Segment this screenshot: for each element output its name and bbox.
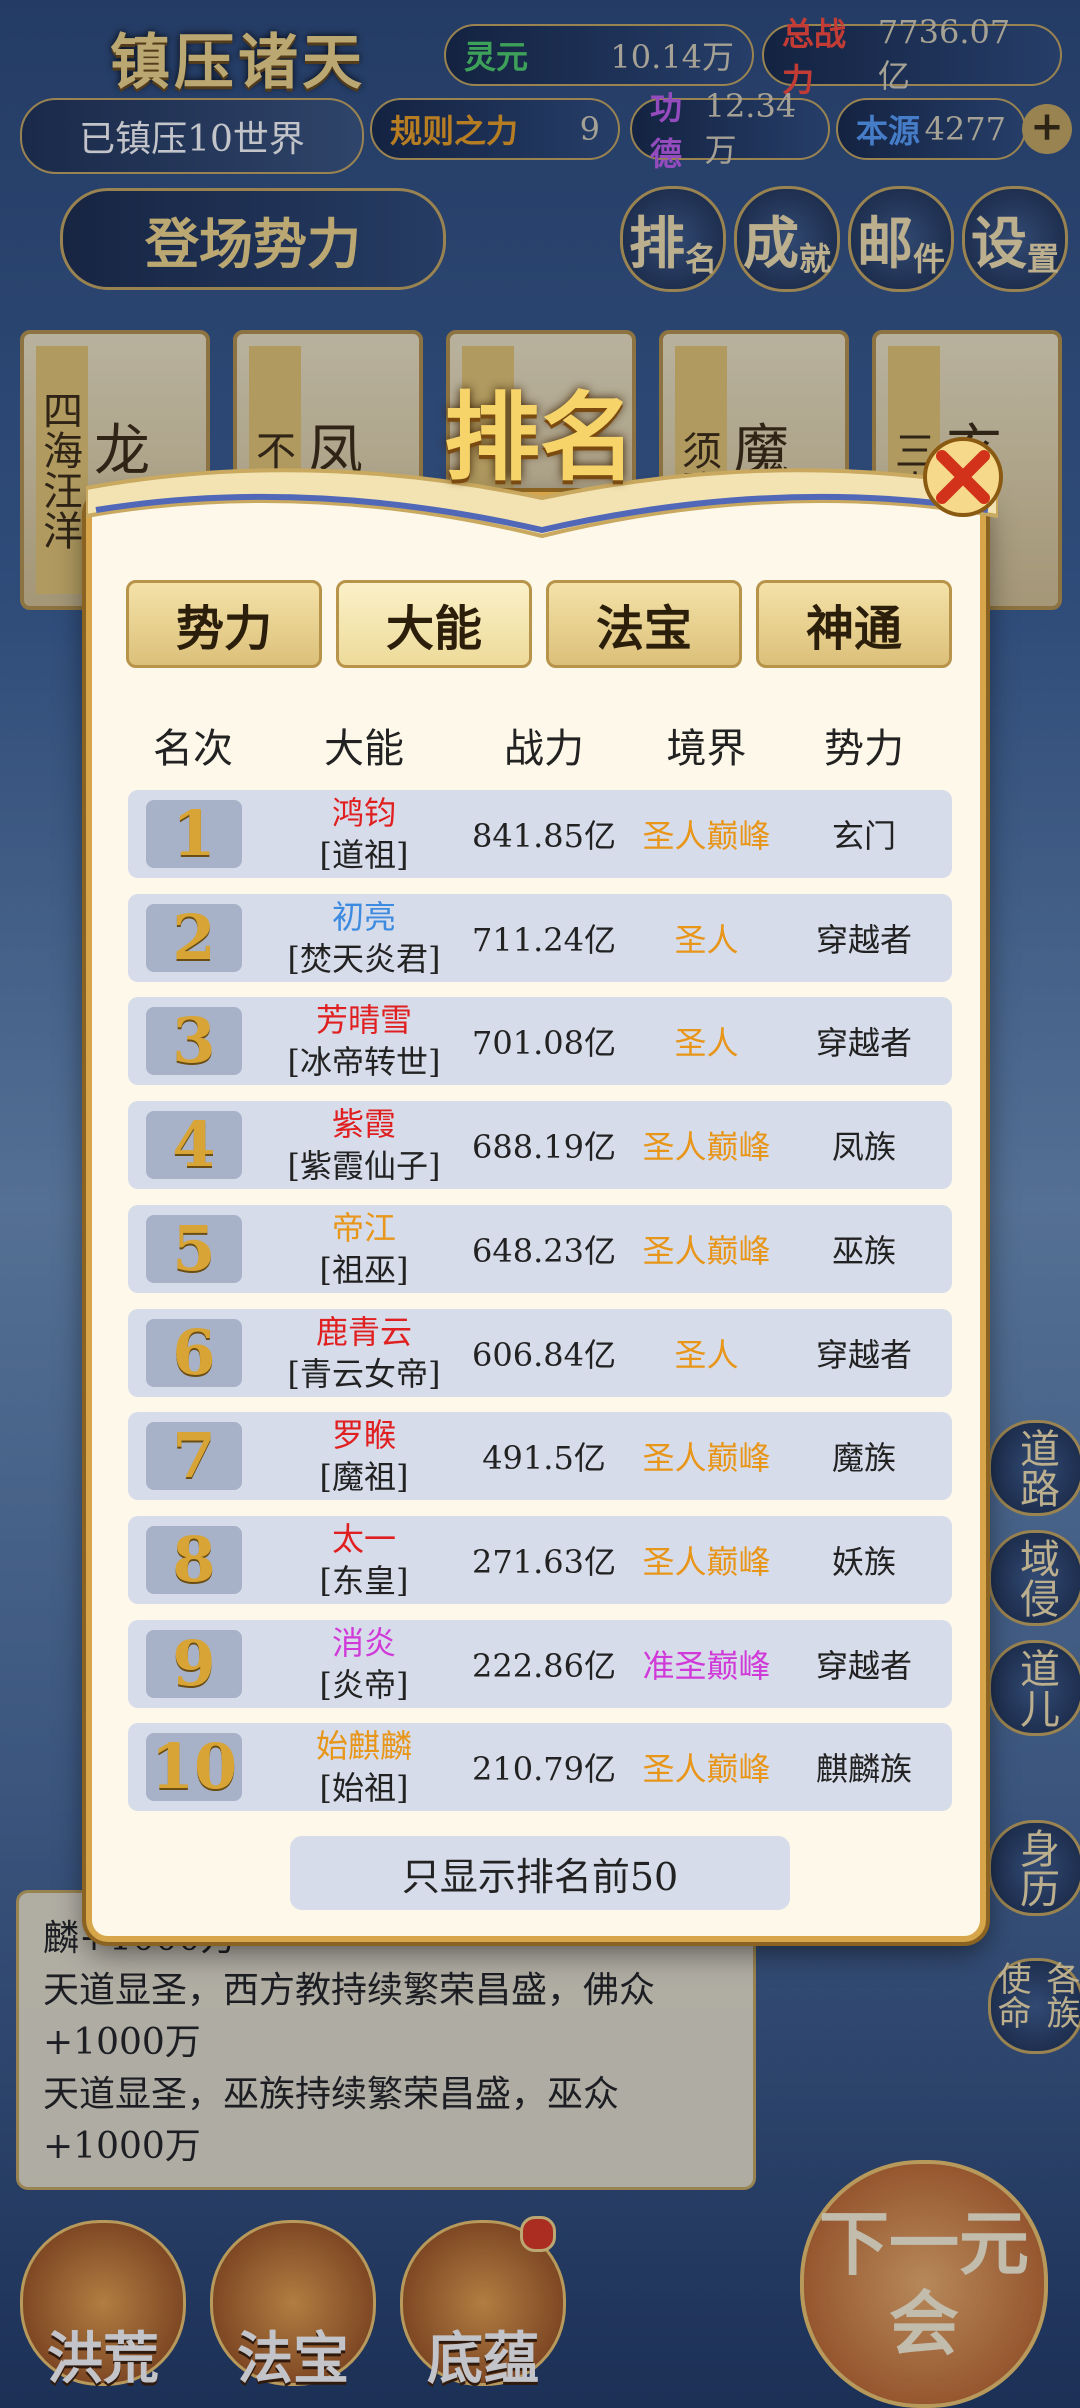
realm-value: 圣人 bbox=[674, 920, 739, 959]
power-value: 210.79亿 bbox=[472, 1750, 616, 1789]
being-cell: 鹿青云 [青云女帝] bbox=[264, 1309, 464, 1397]
tab-forces[interactable]: 势力 bbox=[126, 580, 322, 668]
being-name: 消炎 bbox=[331, 1623, 396, 1662]
force-value: 妖族 bbox=[831, 1542, 896, 1581]
being-name: 鹿青云 bbox=[315, 1312, 412, 1351]
table-row[interactable]: 4 紫霞 [紫霞仙子] 688.19亿 圣人巅峰 凤族 bbox=[128, 1101, 952, 1190]
rank-number: 2 bbox=[146, 903, 242, 972]
force-value: 玄门 bbox=[831, 817, 896, 855]
realm-value: 圣人巅峰 bbox=[642, 1439, 771, 1478]
force-value: 魔族 bbox=[831, 1439, 896, 1478]
realm-value: 圣人 bbox=[674, 1024, 739, 1063]
realm-value: 圣人 bbox=[674, 1335, 739, 1374]
being-title: [青云女帝] bbox=[287, 1354, 441, 1393]
being-title: [祖巫] bbox=[319, 1250, 409, 1289]
rank-number: 6 bbox=[146, 1318, 242, 1387]
top-50-note: 只显示排名前50 bbox=[290, 1836, 790, 1910]
rank-number: 8 bbox=[146, 1525, 242, 1594]
being-name: 罗睺 bbox=[331, 1416, 396, 1455]
being-name: 太一 bbox=[331, 1519, 396, 1558]
being-cell: 芳晴雪 [冰帝转世] bbox=[264, 997, 464, 1085]
being-title: [道祖] bbox=[319, 836, 409, 874]
power-value: 711.24亿 bbox=[472, 920, 616, 959]
force-value: 穿越者 bbox=[815, 920, 912, 959]
power-value: 222.86亿 bbox=[472, 1646, 616, 1685]
table-row[interactable]: 3 芳晴雪 [冰帝转世] 701.08亿 圣人 穿越者 bbox=[128, 997, 952, 1086]
col-force-header: 势力 bbox=[824, 726, 904, 772]
being-name: 始麒麟 bbox=[315, 1727, 412, 1766]
being-cell: 太一 [东皇] bbox=[264, 1516, 464, 1604]
being-cell: 帝江 [祖巫] bbox=[264, 1205, 464, 1293]
being-cell: 初亮 [焚天炎君] bbox=[264, 894, 464, 982]
power-value: 606.84亿 bbox=[472, 1335, 616, 1374]
realm-value: 圣人巅峰 bbox=[642, 1750, 771, 1789]
realm-value: 圣人巅峰 bbox=[642, 817, 771, 855]
being-title: [紫霞仙子] bbox=[287, 1147, 441, 1186]
table-row[interactable]: 10 始麒麟 [始祖] 210.79亿 圣人巅峰 麒麟族 bbox=[128, 1723, 952, 1812]
being-title: [焚天炎君] bbox=[287, 939, 441, 978]
power-value: 648.23亿 bbox=[472, 1231, 616, 1270]
force-value: 巫族 bbox=[831, 1231, 896, 1270]
force-value: 穿越者 bbox=[815, 1646, 912, 1685]
being-title: [炎帝] bbox=[319, 1665, 409, 1704]
force-value: 麒麟族 bbox=[815, 1750, 912, 1789]
realm-value: 准圣巅峰 bbox=[642, 1646, 771, 1685]
table-row[interactable]: 7 罗睺 [魔祖] 491.5亿 圣人巅峰 魔族 bbox=[128, 1412, 952, 1501]
force-value: 凤族 bbox=[831, 1128, 896, 1167]
force-value: 穿越者 bbox=[815, 1335, 912, 1374]
being-name: 芳晴雪 bbox=[315, 1001, 412, 1040]
rank-number: 7 bbox=[146, 1422, 242, 1491]
col-rank-header: 名次 bbox=[153, 726, 233, 772]
power-value: 491.5亿 bbox=[482, 1439, 606, 1478]
being-title: [始祖] bbox=[319, 1769, 409, 1808]
rank-number: 1 bbox=[146, 800, 242, 868]
table-row[interactable]: 1 鸿钧 [道祖] 841.85亿 圣人巅峰 玄门 bbox=[128, 790, 952, 878]
table-row[interactable]: 8 太一 [东皇] 271.63亿 圣人巅峰 妖族 bbox=[128, 1515, 952, 1604]
being-name: 鸿钧 bbox=[331, 794, 396, 832]
table-row[interactable]: 6 鹿青云 [青云女帝] 606.84亿 圣人 穿越者 bbox=[128, 1308, 952, 1397]
col-realm-header: 境界 bbox=[666, 726, 747, 772]
close-icon[interactable] bbox=[918, 432, 1008, 522]
power-value: 841.85亿 bbox=[472, 817, 616, 855]
rank-number: 3 bbox=[146, 1007, 242, 1076]
realm-value: 圣人巅峰 bbox=[642, 1231, 771, 1270]
table-row[interactable]: 2 初亮 [焚天炎君] 711.24亿 圣人 穿越者 bbox=[128, 893, 952, 982]
realm-value: 圣人巅峰 bbox=[642, 1542, 771, 1581]
being-title: [冰帝转世] bbox=[287, 1043, 441, 1082]
rank-number: 10 bbox=[146, 1733, 242, 1802]
tab-divine-arts[interactable]: 神通 bbox=[756, 580, 952, 668]
tab-powerful-beings[interactable]: 大能 bbox=[336, 580, 532, 668]
modal-title: 排名 bbox=[444, 381, 636, 494]
being-name: 帝江 bbox=[331, 1208, 396, 1247]
being-cell: 罗睺 [魔祖] bbox=[264, 1412, 464, 1500]
rank-number: 4 bbox=[146, 1111, 242, 1180]
being-cell: 紫霞 [紫霞仙子] bbox=[264, 1101, 464, 1189]
rank-number: 9 bbox=[146, 1629, 242, 1698]
being-cell: 消炎 [炎帝] bbox=[264, 1620, 464, 1708]
being-cell: 始麒麟 [始祖] bbox=[264, 1723, 464, 1811]
table-row[interactable]: 9 消炎 [炎帝] 222.86亿 准圣巅峰 穿越者 bbox=[128, 1619, 952, 1708]
being-name: 初亮 bbox=[331, 897, 396, 936]
realm-value: 圣人巅峰 bbox=[642, 1128, 771, 1167]
being-cell: 鸿钧 [道祖] bbox=[264, 790, 464, 878]
power-value: 688.19亿 bbox=[472, 1128, 616, 1167]
col-name-header: 大能 bbox=[324, 726, 404, 772]
tab-treasures[interactable]: 法宝 bbox=[546, 580, 742, 668]
rank-number: 5 bbox=[146, 1214, 242, 1283]
col-power-header: 战力 bbox=[504, 726, 584, 772]
being-title: [魔祖] bbox=[319, 1458, 409, 1497]
force-value: 穿越者 bbox=[815, 1024, 912, 1063]
table-row[interactable]: 5 帝江 [祖巫] 648.23亿 圣人巅峰 巫族 bbox=[128, 1204, 952, 1293]
being-name: 紫霞 bbox=[331, 1105, 396, 1144]
power-value: 701.08亿 bbox=[472, 1024, 616, 1063]
power-value: 271.63亿 bbox=[472, 1542, 616, 1581]
being-title: [东皇] bbox=[319, 1561, 409, 1600]
